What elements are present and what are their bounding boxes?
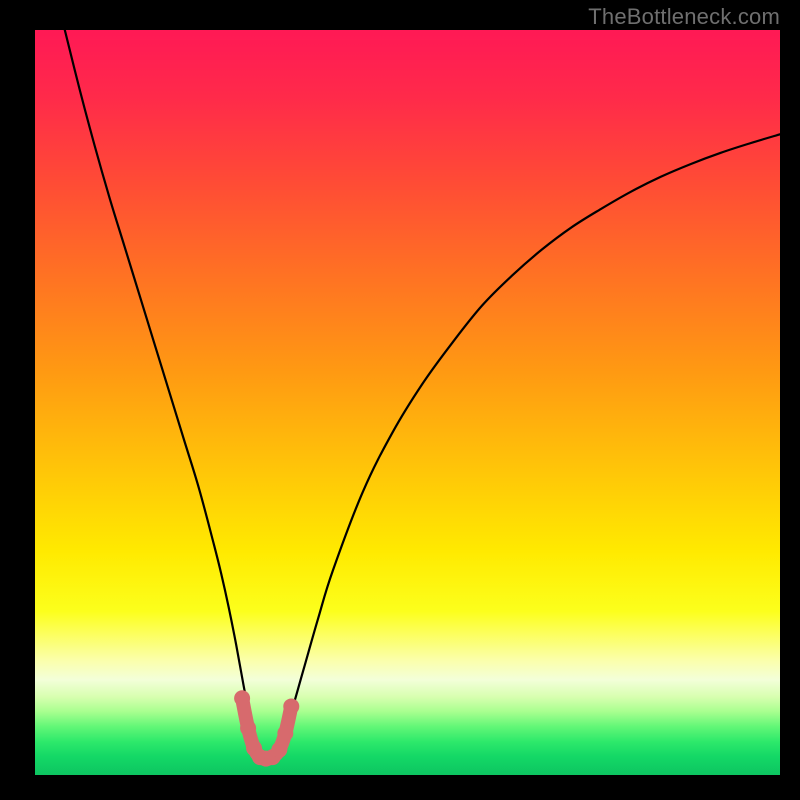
gradient-background [35, 30, 780, 775]
watermark-label: TheBottleneck.com [588, 4, 780, 30]
optimal-zone-dot [271, 742, 287, 758]
optimal-zone-dot [234, 690, 250, 706]
plot-svg [35, 30, 780, 775]
optimal-zone-dot [277, 725, 293, 741]
optimal-zone-dot [240, 720, 256, 736]
plot-area [35, 30, 780, 775]
chart-frame: TheBottleneck.com [0, 0, 800, 800]
optimal-zone-dot [283, 698, 299, 714]
